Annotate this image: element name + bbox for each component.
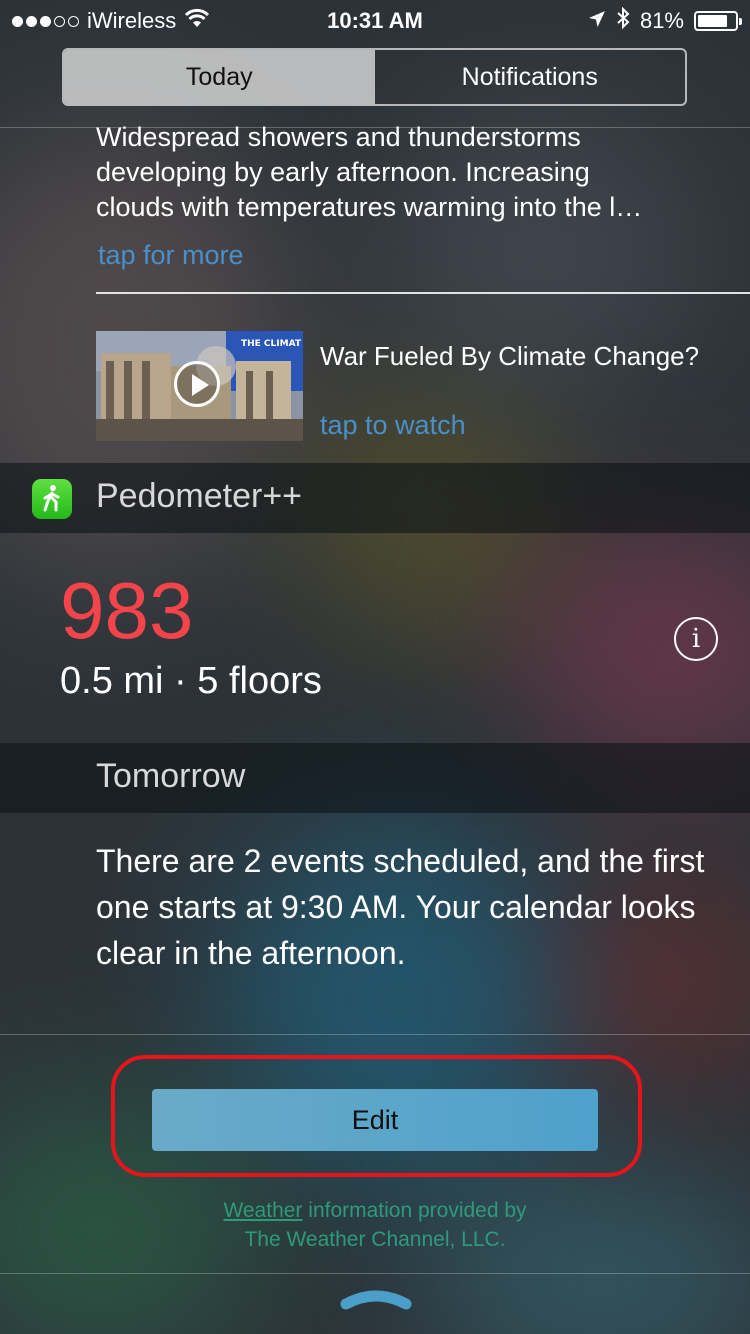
play-icon[interactable] (174, 361, 220, 407)
info-icon[interactable]: i (674, 617, 718, 661)
step-count: 983 (60, 566, 194, 655)
forecast-line: clouds with temperatures warming into th… (96, 192, 643, 222)
tab-notifications[interactable]: Notifications (375, 50, 686, 104)
weather-forecast-text: Widespread showers and thunderstorms dev… (96, 120, 726, 225)
forecast-line: developing by early afternoon. Increasin… (96, 157, 590, 187)
tomorrow-summary: There are 2 events scheduled, and the fi… (96, 843, 705, 971)
today-notifications-tabs: Today Notifications (62, 48, 687, 106)
video-thumbnail[interactable]: THE CLIMAT (96, 331, 303, 441)
battery-percent: 81% (639, 8, 684, 33)
status-bar: iWireless 10:31 AM 81% (0, 0, 750, 40)
tap-for-more-link[interactable]: tap for more (98, 240, 244, 271)
credit-provider: The Weather Channel, LLC. (244, 1228, 506, 1251)
thumbnail-caption: THE CLIMAT (240, 339, 301, 349)
distance-floors: 0.5 mi · 5 floors (60, 660, 322, 702)
divider (0, 1034, 750, 1035)
widget-title: Pedometer++ (96, 477, 303, 515)
section-title: Tomorrow (96, 757, 246, 795)
pedometer-widget-header: Pedometer++ (0, 463, 750, 533)
forecast-line: Widespread showers and thunderstorms (96, 122, 581, 152)
credit-text: information provided by (302, 1199, 527, 1222)
bluetooth-icon (616, 6, 630, 35)
walking-person-icon (32, 479, 72, 519)
video-title[interactable]: War Fueled By Climate Change? (320, 340, 720, 372)
grabber-handle-icon[interactable] (340, 1288, 412, 1312)
tap-to-watch-link[interactable]: tap to watch (320, 410, 466, 441)
weather-credit: Weather information provided by The Weat… (0, 1196, 750, 1254)
weather-link[interactable]: Weather (223, 1199, 302, 1222)
battery-icon (694, 11, 742, 31)
tomorrow-section-header: Tomorrow (0, 743, 750, 813)
divider (96, 292, 750, 294)
divider (0, 1273, 750, 1274)
edit-button[interactable]: Edit (152, 1089, 598, 1151)
tab-today[interactable]: Today (64, 50, 375, 104)
location-arrow-icon (588, 8, 606, 34)
